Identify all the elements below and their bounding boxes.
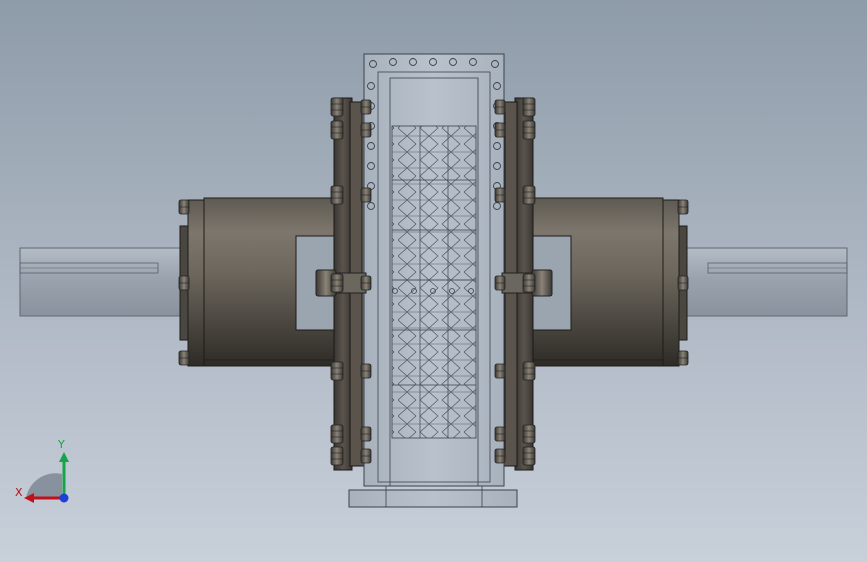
x-axis-label: X xyxy=(15,486,23,499)
left-hub[interactable] xyxy=(179,197,337,367)
cad-viewport[interactable]: Y X xyxy=(0,0,867,562)
housing-base[interactable] xyxy=(348,489,518,508)
coupling-assembly-model[interactable] xyxy=(0,0,867,562)
y-axis-label: Y xyxy=(58,438,65,451)
z-axis-dot xyxy=(59,493,69,503)
left-shaft[interactable] xyxy=(19,247,186,317)
spring-pack xyxy=(391,125,477,439)
center-housing[interactable] xyxy=(348,53,518,508)
right-shaft[interactable] xyxy=(681,247,848,317)
orientation-triad[interactable]: Y X xyxy=(10,438,80,510)
right-hub[interactable] xyxy=(530,197,688,367)
triad-axes xyxy=(24,452,69,503)
